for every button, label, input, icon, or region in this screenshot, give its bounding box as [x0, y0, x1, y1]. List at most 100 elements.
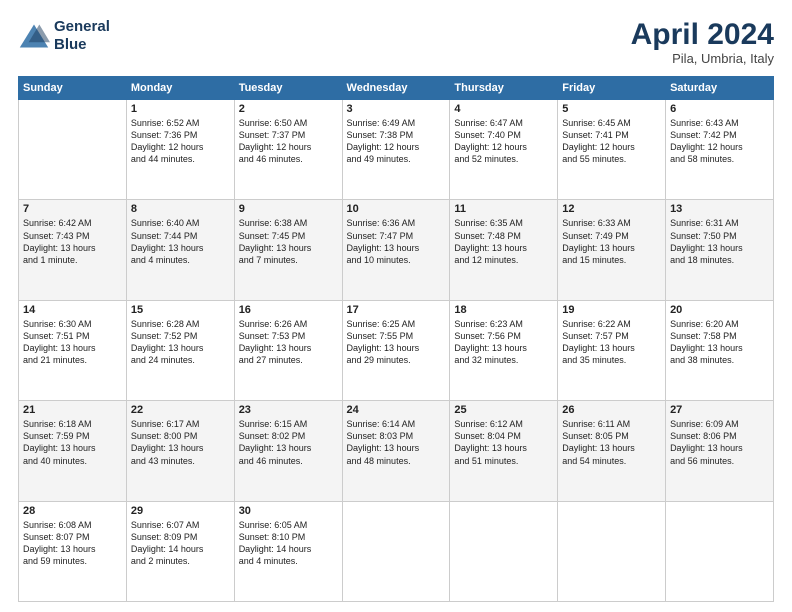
day-number: 5 — [562, 103, 661, 115]
day-number: 8 — [131, 203, 230, 215]
weekday-header-sunday: Sunday — [19, 77, 127, 100]
calendar-cell: 8 Sunrise: 6:40 AM Sunset: 7:44 PM Daylig… — [126, 200, 234, 300]
week-row-4: 21 Sunrise: 6:18 AM Sunset: 7:59 PM Dayli… — [19, 401, 774, 501]
logo: General Blue — [18, 18, 110, 54]
calendar-cell: 7Sunrise: 6:42 AM Sunset: 7:43 PM Daylig… — [19, 200, 127, 300]
calendar-cell: 12 Sunrise: 6:33 AM Sunset: 7:49 PM Dayli… — [558, 200, 666, 300]
day-number: 28 — [23, 505, 122, 517]
header: General Blue April 2024 Pila, Umbria, It… — [18, 18, 774, 66]
calendar-cell: 22 Sunrise: 6:17 AM Sunset: 8:00 PM Dayli… — [126, 401, 234, 501]
location: Pila, Umbria, Italy — [631, 51, 774, 66]
day-number: 30 — [239, 505, 338, 517]
cell-info: Sunrise: 6:15 AM Sunset: 8:02 PM Dayligh… — [239, 418, 338, 467]
calendar-cell — [666, 501, 774, 601]
calendar-cell: 28 Sunrise: 6:08 AM Sunset: 8:07 PM Dayli… — [19, 501, 127, 601]
cell-info: Sunrise: 6:18 AM Sunset: 7:59 PM Dayligh… — [23, 418, 122, 467]
day-number: 16 — [239, 304, 338, 316]
cell-info: Sunrise: 6:05 AM Sunset: 8:10 PM Dayligh… — [239, 519, 338, 568]
day-number: 9 — [239, 203, 338, 215]
calendar-cell: 5 Sunrise: 6:45 AM Sunset: 7:41 PM Daylig… — [558, 100, 666, 200]
calendar-cell — [19, 100, 127, 200]
cell-info: Sunrise: 6:50 AM Sunset: 7:37 PM Dayligh… — [239, 117, 338, 166]
day-number: 2 — [239, 103, 338, 115]
day-number: 21 — [23, 404, 122, 416]
calendar-cell: 1 Sunrise: 6:52 AM Sunset: 7:36 PM Daylig… — [126, 100, 234, 200]
cell-info: Sunrise: 6:22 AM Sunset: 7:57 PM Dayligh… — [562, 318, 661, 367]
calendar-cell: 18 Sunrise: 6:23 AM Sunset: 7:56 PM Dayli… — [450, 300, 558, 400]
calendar-cell: 19 Sunrise: 6:22 AM Sunset: 7:57 PM Dayli… — [558, 300, 666, 400]
calendar-cell: 10Sunrise: 6:36 AM Sunset: 7:47 PM Dayli… — [342, 200, 450, 300]
logo-line2: Blue — [54, 36, 110, 54]
cell-info: Sunrise: 6:38 AM Sunset: 7:45 PM Dayligh… — [239, 217, 338, 266]
day-number: 6 — [670, 103, 769, 115]
cell-info: Sunrise: 6:28 AM Sunset: 7:52 PM Dayligh… — [131, 318, 230, 367]
cell-info: Sunrise: 6:40 AM Sunset: 7:44 PM Dayligh… — [131, 217, 230, 266]
calendar-cell: 13 Sunrise: 6:31 AM Sunset: 7:50 PM Dayli… — [666, 200, 774, 300]
calendar-cell: 29 Sunrise: 6:07 AM Sunset: 8:09 PM Dayli… — [126, 501, 234, 601]
logo-line1: General — [54, 18, 110, 36]
cell-info: Sunrise: 6:31 AM Sunset: 7:50 PM Dayligh… — [670, 217, 769, 266]
weekday-header-thursday: Thursday — [450, 77, 558, 100]
calendar-cell: 9 Sunrise: 6:38 AM Sunset: 7:45 PM Daylig… — [234, 200, 342, 300]
week-row-2: 7Sunrise: 6:42 AM Sunset: 7:43 PM Daylig… — [19, 200, 774, 300]
calendar-cell: 6 Sunrise: 6:43 AM Sunset: 7:42 PM Daylig… — [666, 100, 774, 200]
cell-info: Sunrise: 6:26 AM Sunset: 7:53 PM Dayligh… — [239, 318, 338, 367]
week-row-3: 14 Sunrise: 6:30 AM Sunset: 7:51 PM Dayli… — [19, 300, 774, 400]
cell-info: Sunrise: 6:43 AM Sunset: 7:42 PM Dayligh… — [670, 117, 769, 166]
cell-info: Sunrise: 6:33 AM Sunset: 7:49 PM Dayligh… — [562, 217, 661, 266]
calendar-cell: 3 Sunrise: 6:49 AM Sunset: 7:38 PM Daylig… — [342, 100, 450, 200]
weekday-header-row: SundayMondayTuesdayWednesdayThursdayFrid… — [19, 77, 774, 100]
day-number: 13 — [670, 203, 769, 215]
day-number: 12 — [562, 203, 661, 215]
weekday-header-monday: Monday — [126, 77, 234, 100]
weekday-header-saturday: Saturday — [666, 77, 774, 100]
day-number: 3 — [347, 103, 446, 115]
week-row-1: 1 Sunrise: 6:52 AM Sunset: 7:36 PM Daylig… — [19, 100, 774, 200]
cell-info: Sunrise: 6:07 AM Sunset: 8:09 PM Dayligh… — [131, 519, 230, 568]
day-number: 18 — [454, 304, 553, 316]
day-number: 27 — [670, 404, 769, 416]
day-number: 14 — [23, 304, 122, 316]
cell-info: Sunrise: 6:30 AM Sunset: 7:51 PM Dayligh… — [23, 318, 122, 367]
page: General Blue April 2024 Pila, Umbria, It… — [0, 0, 792, 612]
calendar-cell — [450, 501, 558, 601]
calendar-cell: 30 Sunrise: 6:05 AM Sunset: 8:10 PM Dayli… — [234, 501, 342, 601]
calendar-cell: 24Sunrise: 6:14 AM Sunset: 8:03 PM Dayli… — [342, 401, 450, 501]
cell-info: Sunrise: 6:08 AM Sunset: 8:07 PM Dayligh… — [23, 519, 122, 568]
cell-info: Sunrise: 6:52 AM Sunset: 7:36 PM Dayligh… — [131, 117, 230, 166]
cell-info: Sunrise: 6:42 AM Sunset: 7:43 PM Dayligh… — [23, 217, 122, 266]
day-number: 20 — [670, 304, 769, 316]
cell-info: Sunrise: 6:36 AM Sunset: 7:47 PM Dayligh… — [347, 217, 446, 266]
day-number: 11 — [454, 203, 553, 215]
cell-info: Sunrise: 6:12 AM Sunset: 8:04 PM Dayligh… — [454, 418, 553, 467]
weekday-header-friday: Friday — [558, 77, 666, 100]
day-number: 1 — [131, 103, 230, 115]
calendar-cell: 23 Sunrise: 6:15 AM Sunset: 8:02 PM Dayli… — [234, 401, 342, 501]
calendar-cell: 11 Sunrise: 6:35 AM Sunset: 7:48 PM Dayli… — [450, 200, 558, 300]
weekday-header-tuesday: Tuesday — [234, 77, 342, 100]
cell-info: Sunrise: 6:17 AM Sunset: 8:00 PM Dayligh… — [131, 418, 230, 467]
calendar-cell: 15 Sunrise: 6:28 AM Sunset: 7:52 PM Dayli… — [126, 300, 234, 400]
day-number: 19 — [562, 304, 661, 316]
calendar-cell: 14 Sunrise: 6:30 AM Sunset: 7:51 PM Dayli… — [19, 300, 127, 400]
cell-info: Sunrise: 6:09 AM Sunset: 8:06 PM Dayligh… — [670, 418, 769, 467]
cell-info: Sunrise: 6:23 AM Sunset: 7:56 PM Dayligh… — [454, 318, 553, 367]
calendar-table: SundayMondayTuesdayWednesdayThursdayFrid… — [18, 76, 774, 602]
cell-info: Sunrise: 6:35 AM Sunset: 7:48 PM Dayligh… — [454, 217, 553, 266]
day-number: 4 — [454, 103, 553, 115]
day-number: 22 — [131, 404, 230, 416]
cell-info: Sunrise: 6:47 AM Sunset: 7:40 PM Dayligh… — [454, 117, 553, 166]
calendar-cell — [558, 501, 666, 601]
title-block: April 2024 Pila, Umbria, Italy — [631, 18, 774, 66]
weekday-header-wednesday: Wednesday — [342, 77, 450, 100]
calendar-cell: 2 Sunrise: 6:50 AM Sunset: 7:37 PM Daylig… — [234, 100, 342, 200]
week-row-5: 28 Sunrise: 6:08 AM Sunset: 8:07 PM Dayli… — [19, 501, 774, 601]
calendar-cell: 27 Sunrise: 6:09 AM Sunset: 8:06 PM Dayli… — [666, 401, 774, 501]
day-number: 15 — [131, 304, 230, 316]
day-number: 29 — [131, 505, 230, 517]
calendar-cell: 25Sunrise: 6:12 AM Sunset: 8:04 PM Dayli… — [450, 401, 558, 501]
cell-info: Sunrise: 6:45 AM Sunset: 7:41 PM Dayligh… — [562, 117, 661, 166]
day-number: 23 — [239, 404, 338, 416]
calendar-cell: 16 Sunrise: 6:26 AM Sunset: 7:53 PM Dayli… — [234, 300, 342, 400]
cell-info: Sunrise: 6:49 AM Sunset: 7:38 PM Dayligh… — [347, 117, 446, 166]
